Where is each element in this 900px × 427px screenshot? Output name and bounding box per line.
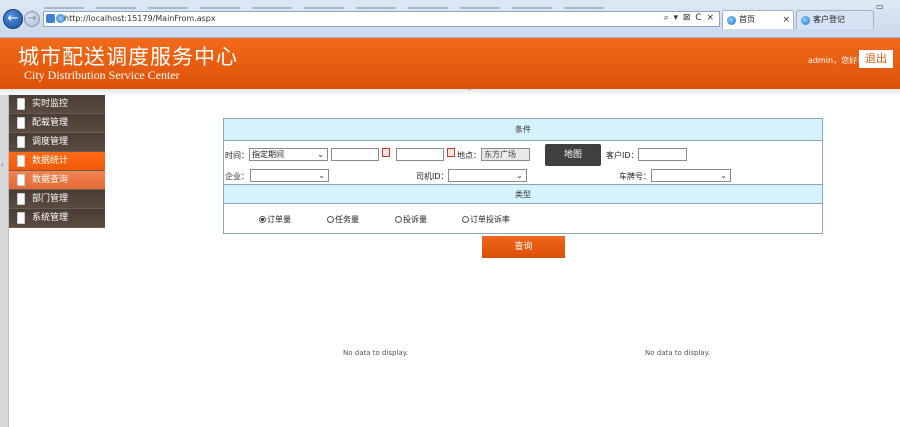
address-text[interactable]: http://localhost:15179/MainFrom.aspx — [64, 14, 216, 23]
tab-label: 客户登记 — [813, 15, 845, 24]
company-label: 企业： — [225, 172, 249, 181]
chevron-down-icon: ⌄ — [317, 150, 324, 159]
left-chart-empty-message: No data to display. — [343, 349, 409, 357]
phone-icon — [17, 117, 25, 129]
place-input[interactable]: 东方广场 — [481, 148, 530, 161]
browser-toolbar: ← → http://localhost:15179/MainFrom.aspx… — [0, 0, 900, 38]
app-header: 城市配送调度服务中心 City Distribution Service Cen… — [0, 38, 900, 89]
phone-icon — [17, 98, 25, 110]
search-doc-icon — [17, 174, 25, 186]
end-date-input[interactable] — [396, 148, 444, 161]
collapse-header-icon[interactable]: ﹀ — [466, 87, 473, 97]
back-icon[interactable]: ← — [3, 9, 23, 29]
phone-icon — [17, 193, 25, 205]
radio-unchecked-icon — [327, 216, 334, 223]
sidebar-menu: 实时监控 配载管理 调度管理 数据统计 数据查询 部门管理 系统管理 — [9, 95, 105, 228]
sidebar-item-data-statistics[interactable]: 数据统计 — [9, 152, 105, 171]
radio-task-count[interactable]: 任务量 — [327, 214, 359, 225]
time-range-value: 指定期间 — [252, 150, 284, 159]
forward-icon[interactable]: → — [24, 11, 40, 27]
sidebar-toggle-icon[interactable]: ‹ — [1, 161, 8, 181]
radio-checked-icon — [259, 216, 266, 223]
chevron-down-icon: ⌄ — [516, 171, 523, 180]
calendar-icon[interactable] — [382, 148, 390, 157]
sidebar-item-dispatch-management[interactable]: 调度管理 — [9, 133, 105, 152]
place-label: 地点： — [457, 151, 481, 160]
compat-view-icon[interactable] — [46, 14, 55, 23]
logout-button[interactable]: 退出 — [859, 50, 893, 68]
address-tools-icons[interactable]: ⌕ ▾ ⊠ C × — [664, 13, 715, 23]
sidebar-item-department-management[interactable]: 部门管理 — [9, 190, 105, 209]
sidebar-item-realtime-monitor[interactable]: 实时监控 — [9, 95, 105, 114]
chevron-down-icon: ⌄ — [720, 171, 727, 180]
tab-label: 首页 — [739, 15, 755, 24]
address-bar[interactable]: http://localhost:15179/MainFrom.aspx ⌕ ▾… — [43, 11, 720, 27]
tab-favicon-icon — [801, 16, 810, 25]
user-greeting: admin，您好！ — [808, 56, 866, 65]
time-range-select[interactable]: 指定期间 ⌄ — [249, 148, 328, 161]
time-label: 时间： — [225, 151, 249, 160]
sidebar-item-system-management[interactable]: 系统管理 — [9, 209, 105, 228]
radio-order-count[interactable]: 订单量 — [259, 214, 291, 225]
tab-close-icon[interactable]: × — [782, 11, 790, 29]
window-minimize-icon[interactable]: ▭ — [876, 2, 892, 11]
app-subtitle: City Distribution Service Center — [24, 68, 180, 82]
sidebar-toggle-strip[interactable]: ‹ — [0, 95, 9, 427]
header-divider — [0, 89, 900, 95]
start-date-input[interactable] — [331, 148, 379, 161]
customer-id-input[interactable] — [638, 148, 687, 161]
sidebar-item-data-query[interactable]: 数据查询 — [9, 171, 105, 190]
sidebar-item-label: 部门管理 — [32, 194, 69, 204]
chart-icon — [17, 155, 25, 167]
app-title: 城市配送调度服务中心 — [18, 45, 238, 69]
driver-id-label: 司机ID： — [416, 172, 449, 181]
sidebar-item-label: 系统管理 — [32, 213, 69, 223]
radio-label: 投诉量 — [403, 215, 427, 224]
bookmark-strip — [44, 2, 694, 9]
radio-order-complaint-rate[interactable]: 订单投诉率 — [462, 214, 510, 225]
plate-number-label: 车牌号： — [619, 172, 651, 181]
radio-label: 订单量 — [267, 215, 291, 224]
tab-home[interactable]: 首页 × — [722, 10, 794, 29]
type-header: 类型 — [224, 184, 822, 204]
company-select[interactable]: ⌄ — [250, 169, 329, 182]
tab-customer-register[interactable]: 客户登记 — [796, 10, 874, 29]
phone-icon — [17, 136, 25, 148]
tab-favicon-icon — [727, 16, 736, 25]
map-button[interactable]: 地图 — [545, 144, 601, 166]
radio-label: 订单投诉率 — [470, 215, 510, 224]
plate-number-select[interactable]: ⌄ — [651, 169, 731, 182]
calendar-icon[interactable] — [447, 148, 455, 157]
radio-complaint-count[interactable]: 投诉量 — [395, 214, 427, 225]
device-icon — [17, 212, 25, 224]
sidebar-item-label: 数据查询 — [32, 175, 69, 185]
chevron-down-icon: ⌄ — [318, 171, 325, 180]
customer-id-label: 客户ID： — [606, 151, 639, 160]
sidebar-item-label: 数据统计 — [32, 156, 69, 166]
query-button[interactable]: 查询 — [482, 236, 565, 258]
conditions-header: 条件 — [224, 119, 822, 141]
query-panel: 条件 时间： 指定期间 ⌄ 地点： 东方广场 地图 客户ID： 企业： ⌄ 司机… — [223, 118, 823, 234]
radio-unchecked-icon — [462, 216, 469, 223]
right-chart-empty-message: No data to display. — [645, 349, 711, 357]
sidebar-item-load-management[interactable]: 配载管理 — [9, 114, 105, 133]
radio-label: 任务量 — [335, 215, 359, 224]
sidebar-item-label: 配载管理 — [32, 118, 69, 128]
radio-unchecked-icon — [395, 216, 402, 223]
sidebar-item-label: 实时监控 — [32, 99, 69, 109]
sidebar-item-label: 调度管理 — [32, 137, 69, 147]
driver-id-select[interactable]: ⌄ — [448, 169, 527, 182]
